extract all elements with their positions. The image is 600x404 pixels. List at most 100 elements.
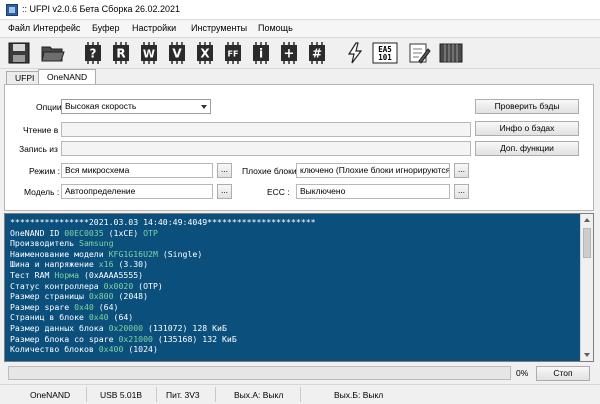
options-select[interactable]: Высокая скорость xyxy=(61,99,211,114)
menu-settings[interactable]: Настройки xyxy=(132,23,176,33)
menu-tools[interactable]: Инструменты xyxy=(191,23,247,33)
open-folder-icon[interactable] xyxy=(40,40,66,66)
title-bar: :: UFPI v2.0.6 Бета Сборка 26.02.2021 xyxy=(0,0,600,20)
bad-blocks-info-button[interactable]: Инфо о бэдах xyxy=(475,121,579,136)
log-line: OneNAND ID 00EC0035 (1xCE) OTP xyxy=(10,228,575,239)
log-text: (OTP) xyxy=(133,280,163,291)
log-text: OneNAND ID xyxy=(10,227,65,238)
log-console[interactable]: ****************2021.03.03 14:40:49:4049… xyxy=(4,213,594,362)
log-value: KFG1G16U2M xyxy=(108,248,158,259)
hex-grid-icon[interactable] xyxy=(438,40,464,66)
chevron-down-icon xyxy=(201,105,207,109)
ea5101-icon[interactable]: EA5 101 xyxy=(372,40,398,66)
help-chip-icon[interactable]: ? xyxy=(80,40,106,66)
blank-check-chip-icon[interactable]: FF xyxy=(220,40,246,66)
help-chip-glyph: ? xyxy=(90,47,97,61)
log-line: ****************2021.03.03 14:40:49:4049… xyxy=(10,217,575,228)
verify-chip-icon[interactable]: V xyxy=(164,40,190,66)
read-chip-glyph: R xyxy=(116,47,125,61)
mode-field[interactable]: Вся микросхема xyxy=(61,163,213,178)
log-line: Страниц в блоке 0x40 (64) xyxy=(10,312,575,323)
write-chip-icon[interactable]: W xyxy=(136,40,162,66)
status-separator xyxy=(86,387,87,402)
tab-strip: UFPI OneNAND xyxy=(0,69,600,84)
log-lines: ****************2021.03.03 14:40:49:4049… xyxy=(10,217,575,355)
status-output-b: Вых.Б: Выкл xyxy=(334,390,384,400)
checksum-chip-icon[interactable]: # xyxy=(304,40,330,66)
log-text: Тест RAM xyxy=(10,269,55,280)
menu-file[interactable]: Файл xyxy=(8,23,30,33)
read-to-label: Чтение в : xyxy=(23,125,63,135)
log-value: x16 xyxy=(98,259,114,270)
scroll-thumb[interactable] xyxy=(583,228,591,258)
extra-functions-button[interactable]: Доп. функции xyxy=(475,141,579,156)
read-chip-icon[interactable]: R xyxy=(108,40,134,66)
info-chip-icon[interactable]: i xyxy=(248,40,274,66)
log-line: Статус контроллера 0x0020 (OTP) xyxy=(10,281,575,292)
log-text: Размер блока со spare xyxy=(10,333,119,344)
log-line: Производитель Samsung xyxy=(10,238,575,249)
log-value: 0x0020 xyxy=(103,280,134,291)
model-field[interactable]: Автоопределение xyxy=(61,184,213,199)
mode-label: Режим : xyxy=(29,166,60,176)
log-value: 0x40 xyxy=(88,312,109,323)
menu-bar: Файл Интерфейс Буфер Настройки Инструмен… xyxy=(0,21,600,37)
status-output-a: Вых.А: Выкл xyxy=(234,390,284,400)
log-line: Количество блоков 0x400 (1024) xyxy=(10,344,575,355)
tab-onenand[interactable]: OneNAND xyxy=(38,69,97,84)
erase-chip-glyph: X xyxy=(200,47,210,61)
log-text: Страниц в блоке xyxy=(10,312,89,323)
lightning-icon[interactable] xyxy=(342,40,368,66)
model-browse-button[interactable]: ... xyxy=(217,184,232,199)
status-separator xyxy=(300,387,301,402)
log-text: Размер spare xyxy=(10,301,75,312)
read-to-field[interactable] xyxy=(61,122,471,137)
ecc-field[interactable]: Выключено xyxy=(296,184,450,199)
log-scrollbar[interactable] xyxy=(580,214,593,361)
bad-blocks-field[interactable]: ключено (Плохие блоки игнорируются) xyxy=(296,163,450,178)
add-chip-glyph: + xyxy=(284,47,295,62)
log-value: 0x400 xyxy=(98,344,124,355)
scroll-down-icon[interactable] xyxy=(584,353,590,357)
onenand-settings-panel: Опции : Высокая скорость Чтение в : Запи… xyxy=(4,84,594,211)
log-text: (64) xyxy=(108,312,134,323)
log-value: 0x20000 xyxy=(108,322,144,333)
log-text: ****************2021.03.03 14:40:49:4049… xyxy=(10,217,316,227)
check-bad-blocks-button[interactable]: Проверить бэды xyxy=(475,99,579,114)
stop-button[interactable]: Стоп xyxy=(536,366,590,381)
ecc-browse-button[interactable]: ... xyxy=(454,184,469,199)
ecc-label: ECC : xyxy=(267,187,290,197)
scroll-up-icon[interactable] xyxy=(584,218,590,222)
log-value: Норма xyxy=(54,269,80,280)
log-text: (64) xyxy=(93,301,119,312)
erase-chip-icon[interactable]: X xyxy=(192,40,218,66)
save-icon[interactable] xyxy=(6,40,32,66)
log-line: Тест RAM Норма (0xAAAA5555) xyxy=(10,270,575,281)
log-text: (0xAAAA5555) xyxy=(79,269,144,280)
log-text: Количество блоков xyxy=(10,344,99,355)
add-chip-icon[interactable]: + xyxy=(276,40,302,66)
mode-browse-button[interactable]: ... xyxy=(217,163,232,178)
blank-check-chip-glyph: FF xyxy=(228,50,239,59)
status-separator xyxy=(156,387,157,402)
menu-buffer[interactable]: Буфер xyxy=(92,23,120,33)
write-from-field[interactable] xyxy=(61,141,471,156)
log-text: (131072) 128 КиБ xyxy=(143,322,227,333)
bad-blocks-browse-button[interactable]: ... xyxy=(454,163,469,178)
status-usb: USB 5.01B xyxy=(100,390,143,400)
log-text: (2048) xyxy=(113,291,149,302)
log-value: 0x800 xyxy=(88,291,114,302)
log-text: (135168) 132 КиБ xyxy=(152,333,237,344)
log-value: 0x40 xyxy=(74,301,94,312)
menu-interface[interactable]: Интерфейс xyxy=(33,23,80,33)
menu-help[interactable]: Помощь xyxy=(258,23,293,33)
progress-bar xyxy=(8,366,511,380)
svg-text:101: 101 xyxy=(378,53,392,62)
checksum-chip-glyph: # xyxy=(312,47,322,61)
log-line: Размер блока со spare 0x21000 (135168) 1… xyxy=(10,334,575,345)
log-line: Наименование модели KFG1G16U2M (Single) xyxy=(10,249,575,260)
log-text: (3.30) xyxy=(113,259,149,270)
log-line: Размер данных блока 0x20000 (131072) 128… xyxy=(10,323,575,334)
edit-note-icon[interactable] xyxy=(406,40,432,66)
log-text: Наименование модели xyxy=(10,248,109,259)
